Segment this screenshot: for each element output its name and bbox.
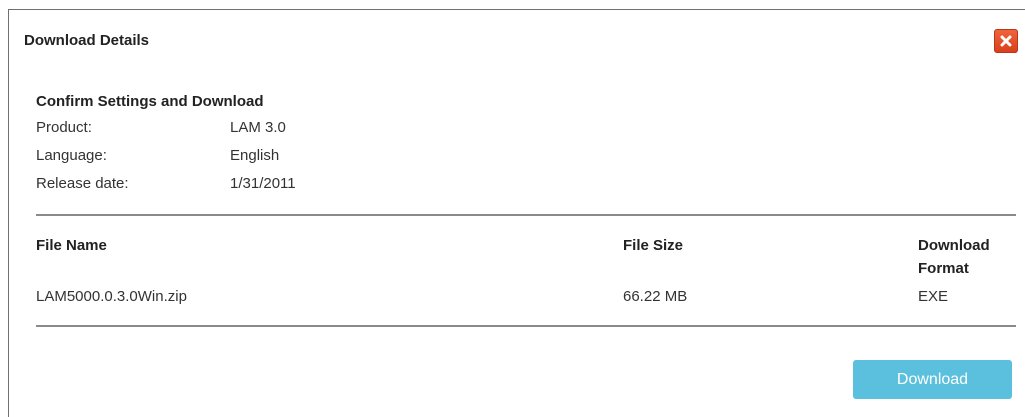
language-label: Language: bbox=[36, 147, 107, 164]
section-title: Confirm Settings and Download bbox=[36, 93, 264, 110]
close-button[interactable] bbox=[994, 29, 1018, 53]
release-date-row: Release date: 1/31/2011 bbox=[36, 175, 296, 192]
column-header-download-format: Download Format bbox=[918, 237, 990, 277]
product-label: Product: bbox=[36, 119, 92, 136]
language-value: English bbox=[230, 147, 280, 164]
release-date-value: 1/31/2011 bbox=[230, 175, 296, 192]
release-date-label: Release date: bbox=[36, 175, 129, 192]
product-row: Product: LAM 3.0 bbox=[36, 119, 286, 136]
download-button[interactable]: Download bbox=[853, 360, 1012, 399]
language-row: Language: English bbox=[36, 147, 279, 164]
product-value: LAM 3.0 bbox=[230, 119, 286, 136]
column-header-file-name: File Name bbox=[36, 237, 107, 254]
table-top-divider bbox=[36, 214, 1016, 216]
download-format-cell: EXE bbox=[918, 288, 949, 305]
file-size-cell: 66.22 MB bbox=[623, 288, 688, 305]
close-x-icon bbox=[1000, 35, 1012, 47]
download-details-dialog: Download Details Confirm Settings and Do… bbox=[8, 9, 1025, 417]
dialog-title: Download Details bbox=[24, 32, 150, 49]
file-name-cell: LAM5000.0.3.0Win.zip bbox=[36, 288, 187, 305]
table-bottom-divider bbox=[36, 325, 1016, 327]
column-header-file-size: File Size bbox=[623, 237, 684, 254]
